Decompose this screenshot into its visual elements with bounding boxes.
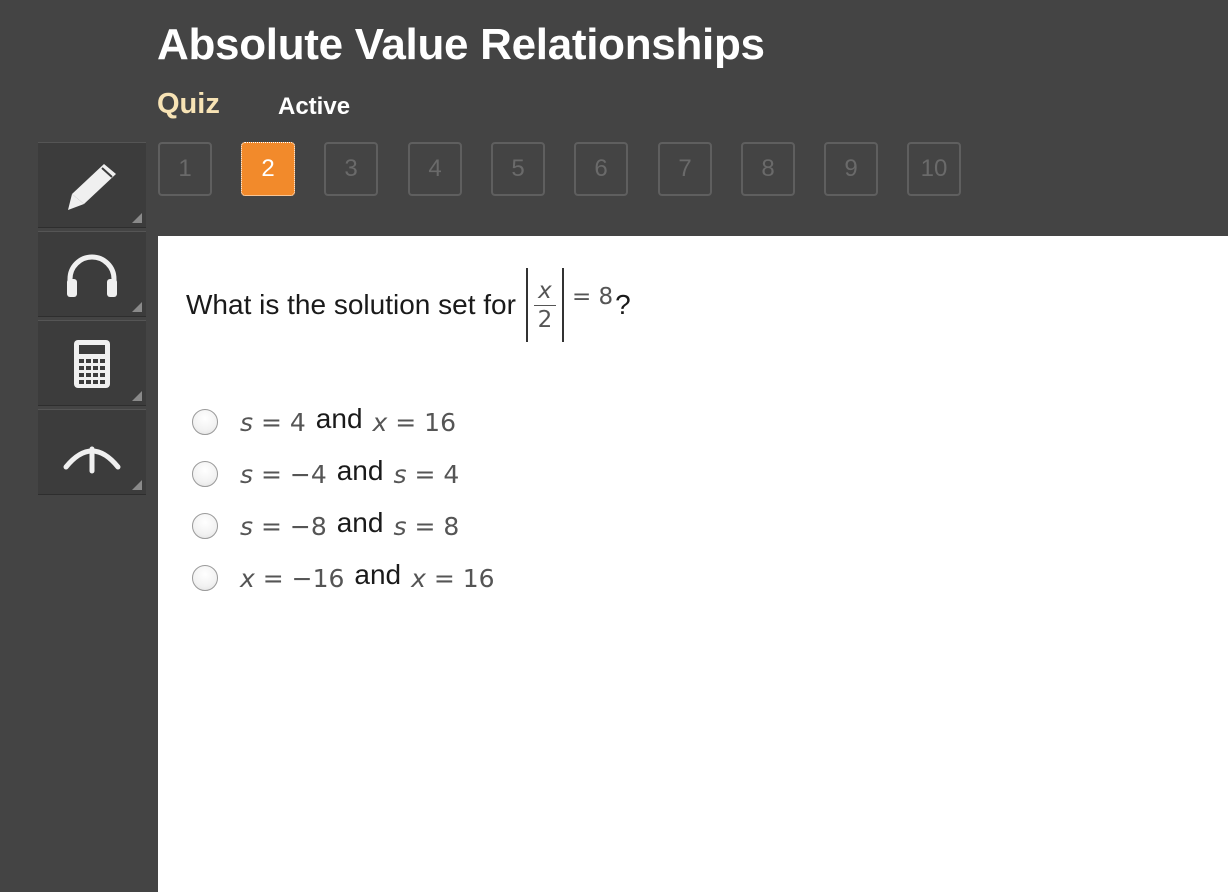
option-value: = 4 bbox=[414, 460, 460, 489]
answer-option[interactable]: s = −4 and s = 4 bbox=[192, 455, 460, 491]
option-variable: s bbox=[240, 512, 254, 541]
audio-tool-button[interactable] bbox=[38, 231, 146, 317]
absolute-value-expression: x 2 bbox=[525, 268, 564, 342]
question-text: What is the solution set for bbox=[186, 289, 516, 320]
section-label: Quiz bbox=[157, 88, 220, 120]
pencil-tool-button[interactable] bbox=[38, 142, 146, 228]
question-8-button[interactable]: 8 bbox=[741, 142, 795, 196]
calculator-tool-button[interactable] bbox=[38, 320, 146, 406]
question-1-button[interactable]: 1 bbox=[158, 142, 212, 196]
fraction-numerator: x bbox=[538, 277, 552, 304]
answer-option[interactable]: s = −8 and s = 8 bbox=[192, 507, 460, 543]
corner-arrow-icon bbox=[132, 480, 142, 490]
answer-option-label: x = −16 and x = 16 bbox=[240, 559, 495, 594]
radio-button[interactable] bbox=[192, 409, 218, 435]
option-conjunction: and bbox=[354, 559, 402, 590]
equation-tail: = 8 bbox=[571, 284, 614, 310]
option-variable: x bbox=[411, 564, 426, 593]
page-title: Absolute Value Relationships bbox=[157, 20, 765, 69]
option-variable: s bbox=[393, 460, 407, 489]
fraction: x 2 bbox=[533, 277, 556, 334]
question-prompt: What is the solution set for x 2 = 8 ? bbox=[186, 268, 631, 342]
corner-arrow-icon bbox=[132, 391, 142, 401]
corner-arrow-icon bbox=[132, 213, 142, 223]
question-9-button[interactable]: 9 bbox=[824, 142, 878, 196]
question-6-button[interactable]: 6 bbox=[574, 142, 628, 196]
option-value: = 16 bbox=[395, 408, 456, 437]
question-panel: What is the solution set for x 2 = 8 ? s… bbox=[158, 236, 1228, 892]
radio-button[interactable] bbox=[192, 565, 218, 591]
option-conjunction: and bbox=[336, 455, 384, 486]
corner-arrow-icon bbox=[132, 302, 142, 312]
fraction-denominator: 2 bbox=[537, 306, 553, 333]
answer-option-label: s = −4 and s = 4 bbox=[240, 455, 460, 490]
option-variable: x bbox=[240, 564, 255, 593]
option-conjunction: and bbox=[315, 403, 363, 434]
question-mark: ? bbox=[615, 289, 631, 320]
pencil-icon bbox=[68, 164, 116, 210]
question-4-button[interactable]: 4 bbox=[408, 142, 462, 196]
answer-option[interactable]: x = −16 and x = 16 bbox=[192, 559, 495, 595]
option-value: = 4 bbox=[260, 408, 306, 437]
option-value: = 8 bbox=[414, 512, 460, 541]
question-2-button[interactable]: 2 bbox=[241, 142, 295, 196]
radio-button[interactable] bbox=[192, 461, 218, 487]
option-variable: x bbox=[372, 408, 388, 437]
option-value: = −16 bbox=[262, 564, 345, 593]
question-5-button[interactable]: 5 bbox=[491, 142, 545, 196]
reference-icon bbox=[63, 446, 121, 474]
option-conjunction: and bbox=[336, 507, 384, 538]
option-value: = 16 bbox=[433, 564, 495, 593]
option-variable: s bbox=[393, 512, 407, 541]
reference-tool-button[interactable] bbox=[38, 409, 146, 495]
calculator-icon bbox=[74, 340, 110, 388]
option-value: = −8 bbox=[260, 512, 327, 541]
answer-option-label: s = 4 and x = 16 bbox=[240, 403, 456, 438]
answer-option[interactable]: s = 4 and x = 16 bbox=[192, 403, 456, 439]
question-10-button[interactable]: 10 bbox=[907, 142, 961, 196]
option-value: = −4 bbox=[260, 460, 327, 489]
option-variable: s bbox=[240, 408, 254, 437]
radio-button[interactable] bbox=[192, 513, 218, 539]
option-variable: s bbox=[240, 460, 254, 489]
question-7-button[interactable]: 7 bbox=[658, 142, 712, 196]
status-label: Active bbox=[278, 93, 351, 120]
answer-option-label: s = −8 and s = 8 bbox=[240, 507, 460, 542]
headphones-icon bbox=[67, 254, 117, 297]
question-3-button[interactable]: 3 bbox=[324, 142, 378, 196]
